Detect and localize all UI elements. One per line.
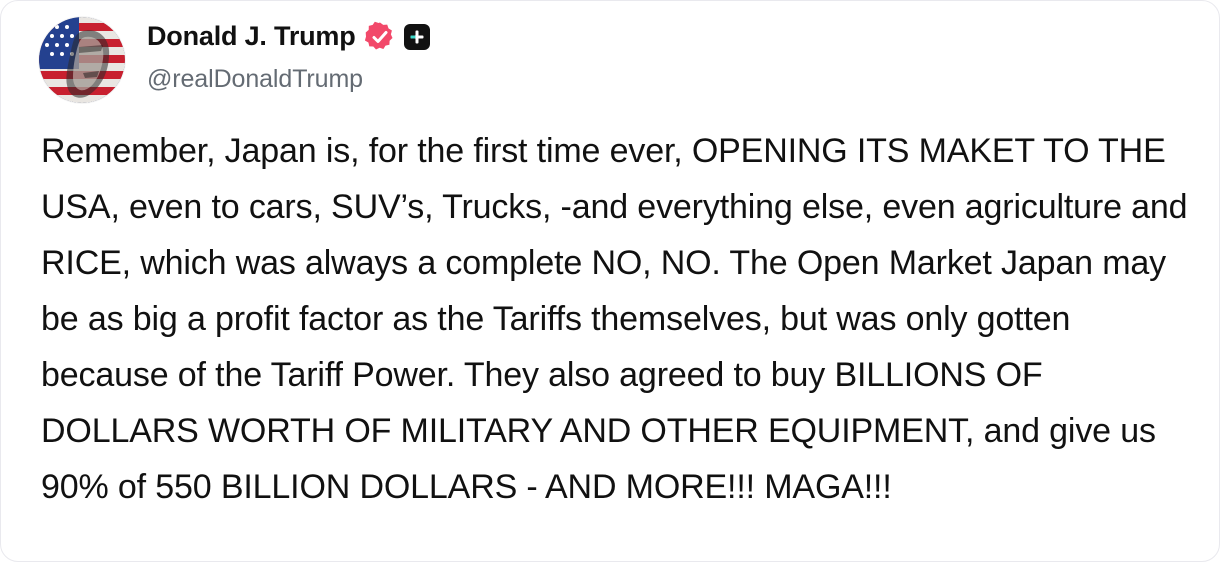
post-card: Donald J. Trump @realDonaldTrump Remembe… [0,0,1220,562]
author-display-name[interactable]: Donald J. Trump [147,23,356,50]
verified-badge-icon [364,21,396,53]
post-text: Remember, Japan is, for the first time e… [41,132,1188,506]
author-handle[interactable]: @realDonaldTrump [147,65,430,94]
post-header: Donald J. Trump @realDonaldTrump [39,17,430,103]
avatar-image [39,17,125,103]
author-identity: Donald J. Trump @realDonaldTrump [147,13,430,99]
avatar[interactable] [39,17,125,103]
plus-badge-icon [403,23,430,50]
author-name-row: Donald J. Trump [147,19,430,55]
